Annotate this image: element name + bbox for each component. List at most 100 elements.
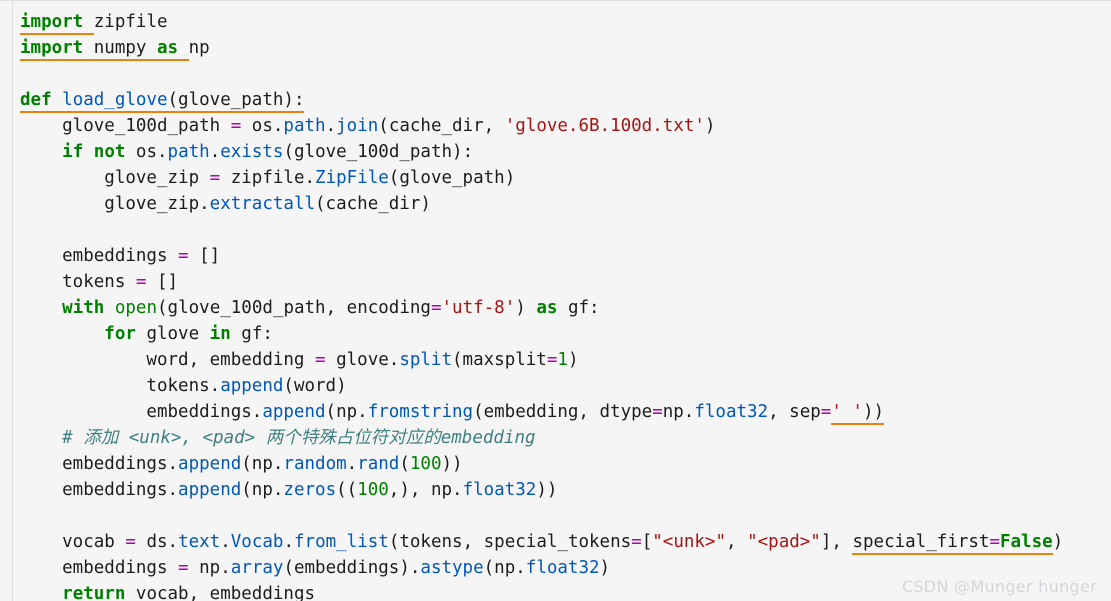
code-token: append (178, 454, 242, 474)
code-token: import (20, 12, 84, 35)
code-token: 100 (357, 480, 389, 500)
code-token: ( (399, 454, 410, 474)
code-token: embeddings. (20, 402, 263, 422)
code-line: with open(glove_100d_path, encoding='utf… (13, 295, 1111, 321)
code-token: = (230, 116, 242, 136)
code-line: tokens = [] (13, 269, 1111, 295)
code-token: (np. (241, 454, 284, 474)
code-token: numpy (93, 38, 147, 61)
code-token: append (220, 376, 284, 396)
code-token: (( (336, 480, 358, 500)
code-token (178, 38, 189, 61)
code-token: float32 (525, 558, 600, 578)
code-token: (cache_dir, (378, 116, 505, 136)
code-token: False (999, 532, 1053, 555)
code-token: embeddings. (20, 454, 179, 474)
code-token (83, 38, 94, 61)
code-token: 1 (557, 350, 568, 370)
code-token: [] (188, 246, 221, 266)
code-token: 'glove.6B.100d.txt' (504, 116, 705, 136)
code-token: tokens. (20, 376, 221, 396)
code-token: embeddings (20, 558, 179, 578)
code-token: glove. (325, 350, 400, 370)
code-line: word, embedding = glove.split(maxsplit=1… (13, 347, 1111, 373)
code-token: (glove_100d_path, encoding (157, 298, 431, 318)
code-token: , sep (768, 402, 821, 422)
code-token: (tokens, special_tokens (388, 532, 632, 552)
code-line: # 添加 <unk>, <pad> 两个特殊占位符对应的embedding (13, 425, 1111, 451)
code-token: import (20, 38, 84, 61)
code-token: fromstring (367, 402, 474, 422)
code-block[interactable]: import zipfile import numpy as np def loa… (13, 9, 1111, 601)
code-token: ) (599, 558, 611, 578)
code-token: (embedding, dtype (473, 402, 653, 422)
code-token: (glove_path): (167, 90, 305, 113)
code-token: ' ' (831, 402, 863, 425)
code-token: ) (704, 116, 716, 136)
code-token: embeddings (20, 246, 179, 266)
code-token: "<pad>" (747, 532, 821, 552)
code-line: for glove in gf: (13, 321, 1111, 347)
code-token: (np. (325, 402, 368, 422)
code-token (146, 38, 157, 61)
code-token: (glove_100d_path): (283, 142, 474, 162)
code-token: in (209, 324, 231, 344)
code-token (51, 90, 63, 113)
code-token: glove_zip (20, 168, 210, 188)
code-screenshot: import zipfile import numpy as np def loa… (0, 0, 1111, 601)
code-line: import numpy as np (13, 35, 1111, 61)
code-token: = (631, 532, 642, 552)
code-token: zeros (283, 480, 337, 500)
code-token: = (546, 350, 558, 370)
code-token: ], (820, 532, 853, 552)
code-token: float32 (462, 480, 537, 500)
code-token: (np. (241, 480, 284, 500)
code-token: [] (146, 272, 179, 292)
code-token: os. (125, 142, 168, 162)
code-token: rand (357, 454, 400, 474)
code-line: embeddings.append(np.random.rand(100)) (13, 451, 1111, 477)
code-token: = (125, 532, 136, 552)
code-token: = (430, 298, 442, 318)
code-token: ds. (135, 532, 179, 552)
code-token: as (157, 38, 179, 61)
code-token: [ (641, 532, 653, 552)
code-token: exists (220, 142, 284, 162)
code-line: embeddings = [] (13, 243, 1111, 269)
code-token: def (20, 90, 52, 113)
code-token: tokens (20, 272, 136, 292)
code-line: import zipfile (13, 9, 1111, 35)
code-line: tokens.append(word) (13, 373, 1111, 399)
code-token: np (188, 38, 210, 58)
code-token: gf: (557, 298, 600, 318)
code-token: append (262, 402, 326, 422)
code-token: vocab (20, 532, 126, 552)
csdn-watermark: CSDN @Munger hunger (901, 577, 1097, 596)
code-token: path (283, 116, 326, 136)
code-token: embeddings. (20, 480, 179, 500)
code-token: join (336, 116, 379, 136)
code-token: 100 (409, 454, 442, 474)
code-token: . (325, 116, 337, 136)
code-token: (cache_dir) (315, 194, 431, 214)
code-token: (maxsplit (452, 350, 547, 370)
code-token: )) (441, 454, 463, 474)
code-token: zipfile (93, 12, 168, 32)
code-token: # 添加 <unk>, <pad> 两个特殊占位符对应的embedding (20, 428, 536, 448)
code-token: gf: (230, 324, 273, 344)
code-token: (word) (283, 376, 347, 396)
code-token: os. (241, 116, 284, 136)
code-token: ,), np. (388, 480, 463, 500)
code-line: vocab = ds.text.Vocab.from_list(tokens, … (13, 529, 1111, 555)
code-token: path (167, 142, 210, 162)
code-token: array (230, 558, 284, 578)
code-token: (embeddings). (283, 558, 421, 578)
code-token: = (820, 402, 832, 422)
code-token: special_first (852, 532, 990, 555)
